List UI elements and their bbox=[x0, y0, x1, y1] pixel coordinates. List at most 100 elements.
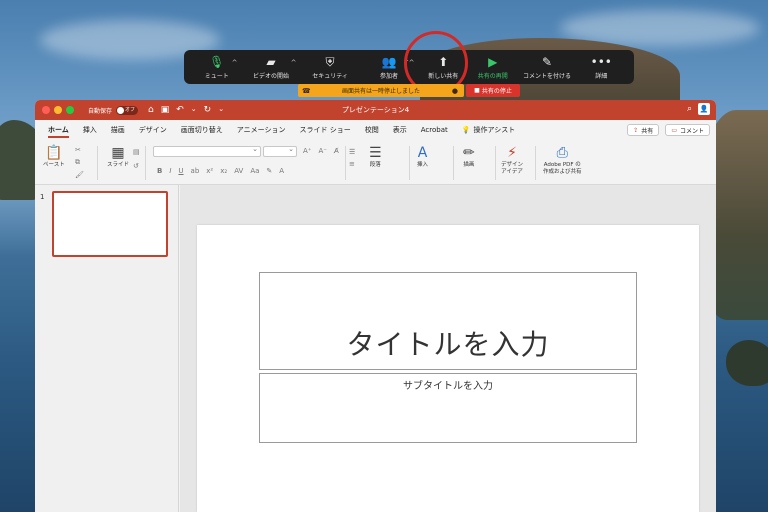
font-size-input[interactable] bbox=[263, 145, 297, 157]
slide-number: 1 bbox=[40, 193, 45, 201]
bold-icon[interactable]: B bbox=[157, 167, 162, 175]
tab-design[interactable]: デザイン bbox=[132, 120, 174, 140]
stop-icon: ■ bbox=[474, 87, 480, 94]
tab-animations[interactable]: アニメーション bbox=[230, 120, 293, 140]
save-icon[interactable]: ▣ bbox=[161, 105, 170, 115]
new-slide-button[interactable]: ▦ スライド bbox=[107, 144, 129, 169]
lightbulb-icon: 💡 bbox=[461, 126, 471, 134]
more-button[interactable]: ••• 詳細 bbox=[577, 51, 626, 83]
adobe-pdf-button[interactable]: ⎙ Adobe PDF の 作成および共有 bbox=[543, 144, 582, 176]
phone-icon: ☎ bbox=[302, 86, 311, 95]
paste-button[interactable]: 📋 ペースト bbox=[43, 144, 65, 169]
strikethrough-icon[interactable]: ab bbox=[191, 167, 200, 175]
grow-font-icon[interactable]: A⁺ bbox=[303, 147, 311, 155]
textbox-icon: A bbox=[417, 145, 428, 161]
tell-me-assist[interactable]: 💡 操作アシスト bbox=[455, 120, 522, 140]
superscript-icon[interactable]: x² bbox=[206, 167, 213, 175]
share-paused-banner: ☎ 画面共有は一時停止しました ● bbox=[298, 84, 464, 97]
format-painter-icon[interactable]: 🖌 bbox=[75, 171, 84, 179]
account-avatar[interactable]: 👤 bbox=[698, 103, 710, 115]
design-ideas-button[interactable]: ⚡ デザイン アイデア bbox=[501, 144, 523, 176]
font-color-icon[interactable]: A bbox=[279, 167, 284, 175]
autosave-toggle[interactable]: オフ bbox=[116, 105, 139, 115]
clipboard-tools: ✂ ⧉ 🖌 bbox=[75, 146, 84, 179]
share-icon: ⇪ bbox=[633, 126, 639, 134]
minimize-window-button[interactable] bbox=[54, 106, 62, 114]
paragraph-button[interactable]: ☰ 段落 bbox=[369, 144, 382, 169]
char-spacing-icon[interactable]: AV bbox=[234, 167, 243, 175]
ribbon-separator bbox=[97, 146, 98, 180]
mute-button[interactable]: 🎙 ^ ミュート bbox=[192, 51, 241, 83]
slide-thumbnail[interactable] bbox=[52, 191, 168, 257]
stop-share-button[interactable]: ■ 共有の停止 bbox=[466, 84, 520, 97]
autosave-control: 自動保存 オフ bbox=[88, 105, 139, 115]
italic-icon[interactable]: I bbox=[169, 167, 171, 175]
window-controls bbox=[42, 106, 74, 114]
tab-transitions[interactable]: 画面切り替え bbox=[174, 120, 230, 140]
clear-format-icon[interactable]: A̸ bbox=[334, 147, 339, 155]
microphone-icon: 🎙 bbox=[209, 54, 225, 69]
pencil-icon: ✎ bbox=[541, 54, 553, 69]
more-icon: ••• bbox=[590, 54, 612, 69]
lock-icon: ● bbox=[451, 86, 458, 95]
tab-acrobat[interactable]: Acrobat bbox=[414, 120, 455, 140]
ribbon-tabs: ホーム 挿入 描画 デザイン 画面切り替え アニメーション スライド ショー 校… bbox=[35, 120, 716, 140]
paste-icon: 📋 bbox=[45, 145, 63, 161]
ribbon-separator bbox=[535, 146, 536, 180]
title-placeholder[interactable]: タイトルを入力 bbox=[259, 272, 637, 370]
chevron-down-icon[interactable]: ⌄ bbox=[191, 105, 197, 115]
home-ribbon: 📋 ペースト ✂ ⧉ 🖌 ▦ スライド ▤ ↺ A⁺ A⁻ A̸ B I U bbox=[35, 140, 716, 185]
slide-canvas: タイトルを入力 サブタイトルを入力 bbox=[180, 185, 716, 512]
subscript-icon[interactable]: x₂ bbox=[220, 167, 227, 175]
annotate-button[interactable]: ✎ コメントを付ける bbox=[518, 51, 577, 83]
align-icon: ☰ bbox=[369, 145, 382, 161]
close-window-button[interactable] bbox=[42, 106, 50, 114]
customize-icon[interactable]: ⌄ bbox=[218, 105, 224, 115]
share-button[interactable]: ⇪ 共有 bbox=[627, 124, 660, 136]
tab-insert[interactable]: 挿入 bbox=[76, 120, 104, 140]
resume-share-button[interactable]: ▶ 共有の再開 bbox=[468, 51, 517, 83]
redo-icon[interactable]: ↻ bbox=[204, 105, 212, 115]
slide[interactable]: タイトルを入力 サブタイトルを入力 bbox=[197, 225, 699, 512]
ribbon-separator bbox=[453, 146, 454, 180]
chevron-up-icon[interactable]: ^ bbox=[291, 59, 297, 67]
editor-area: 1 タイトルを入力 サブタイトルを入力 bbox=[35, 185, 716, 512]
layout-icon[interactable]: ▤ bbox=[133, 148, 140, 156]
ribbon-separator bbox=[495, 146, 496, 180]
cut-icon[interactable]: ✂ bbox=[75, 146, 84, 154]
tab-view[interactable]: 表示 bbox=[386, 120, 414, 140]
shrink-font-icon[interactable]: A⁻ bbox=[318, 147, 326, 155]
search-icon[interactable]: ⌕ bbox=[687, 104, 692, 114]
numbered-list-icon[interactable]: ≡ bbox=[349, 160, 355, 168]
comment-icon: ▭ bbox=[671, 126, 677, 134]
adobe-pdf-icon: ⎙ bbox=[556, 145, 568, 161]
font-size-tools: A⁺ A⁻ A̸ bbox=[303, 147, 339, 155]
tab-draw[interactable]: 描画 bbox=[104, 120, 132, 140]
highlight-icon[interactable]: ✎ bbox=[266, 167, 272, 175]
ribbon-separator bbox=[345, 146, 346, 180]
undo-icon[interactable]: ↶ bbox=[176, 105, 184, 115]
powerpoint-window: 自動保存 オフ ⌂ ▣ ↶ ⌄ ↻ ⌄ プレゼンテーション4 ⌕ 👤 ホーム 挿… bbox=[35, 100, 716, 512]
slide-tools: ▤ ↺ bbox=[133, 148, 140, 170]
security-button[interactable]: ⛨ セキュリティ bbox=[301, 51, 360, 83]
reset-icon[interactable]: ↺ bbox=[133, 162, 140, 170]
draw-button[interactable]: ✏ 描画 bbox=[463, 144, 475, 169]
window-titlebar: 自動保存 オフ ⌂ ▣ ↶ ⌄ ↻ ⌄ プレゼンテーション4 ⌕ 👤 bbox=[35, 100, 716, 120]
underline-icon[interactable]: U bbox=[178, 167, 183, 175]
tab-home[interactable]: ホーム bbox=[41, 120, 76, 140]
insert-textbox-button[interactable]: A 挿入 bbox=[417, 144, 428, 169]
font-name-input[interactable] bbox=[153, 145, 261, 157]
comments-button[interactable]: ▭ コメント bbox=[665, 124, 710, 136]
tab-review[interactable]: 校閲 bbox=[358, 120, 386, 140]
start-video-button[interactable]: ▰ ^ ビデオの開始 bbox=[241, 51, 300, 83]
chevron-up-icon[interactable]: ^ bbox=[232, 59, 238, 67]
play-icon: ▶ bbox=[488, 54, 498, 69]
zoom-window-button[interactable] bbox=[66, 106, 74, 114]
change-case-icon[interactable]: Aa bbox=[250, 167, 259, 175]
home-icon[interactable]: ⌂ bbox=[148, 105, 154, 115]
copy-icon[interactable]: ⧉ bbox=[75, 158, 84, 167]
tab-slideshow[interactable]: スライド ショー bbox=[293, 120, 358, 140]
bullet-list-icon[interactable]: ☰ bbox=[349, 148, 355, 156]
design-ideas-icon: ⚡ bbox=[507, 145, 517, 161]
subtitle-placeholder[interactable]: サブタイトルを入力 bbox=[259, 373, 637, 443]
